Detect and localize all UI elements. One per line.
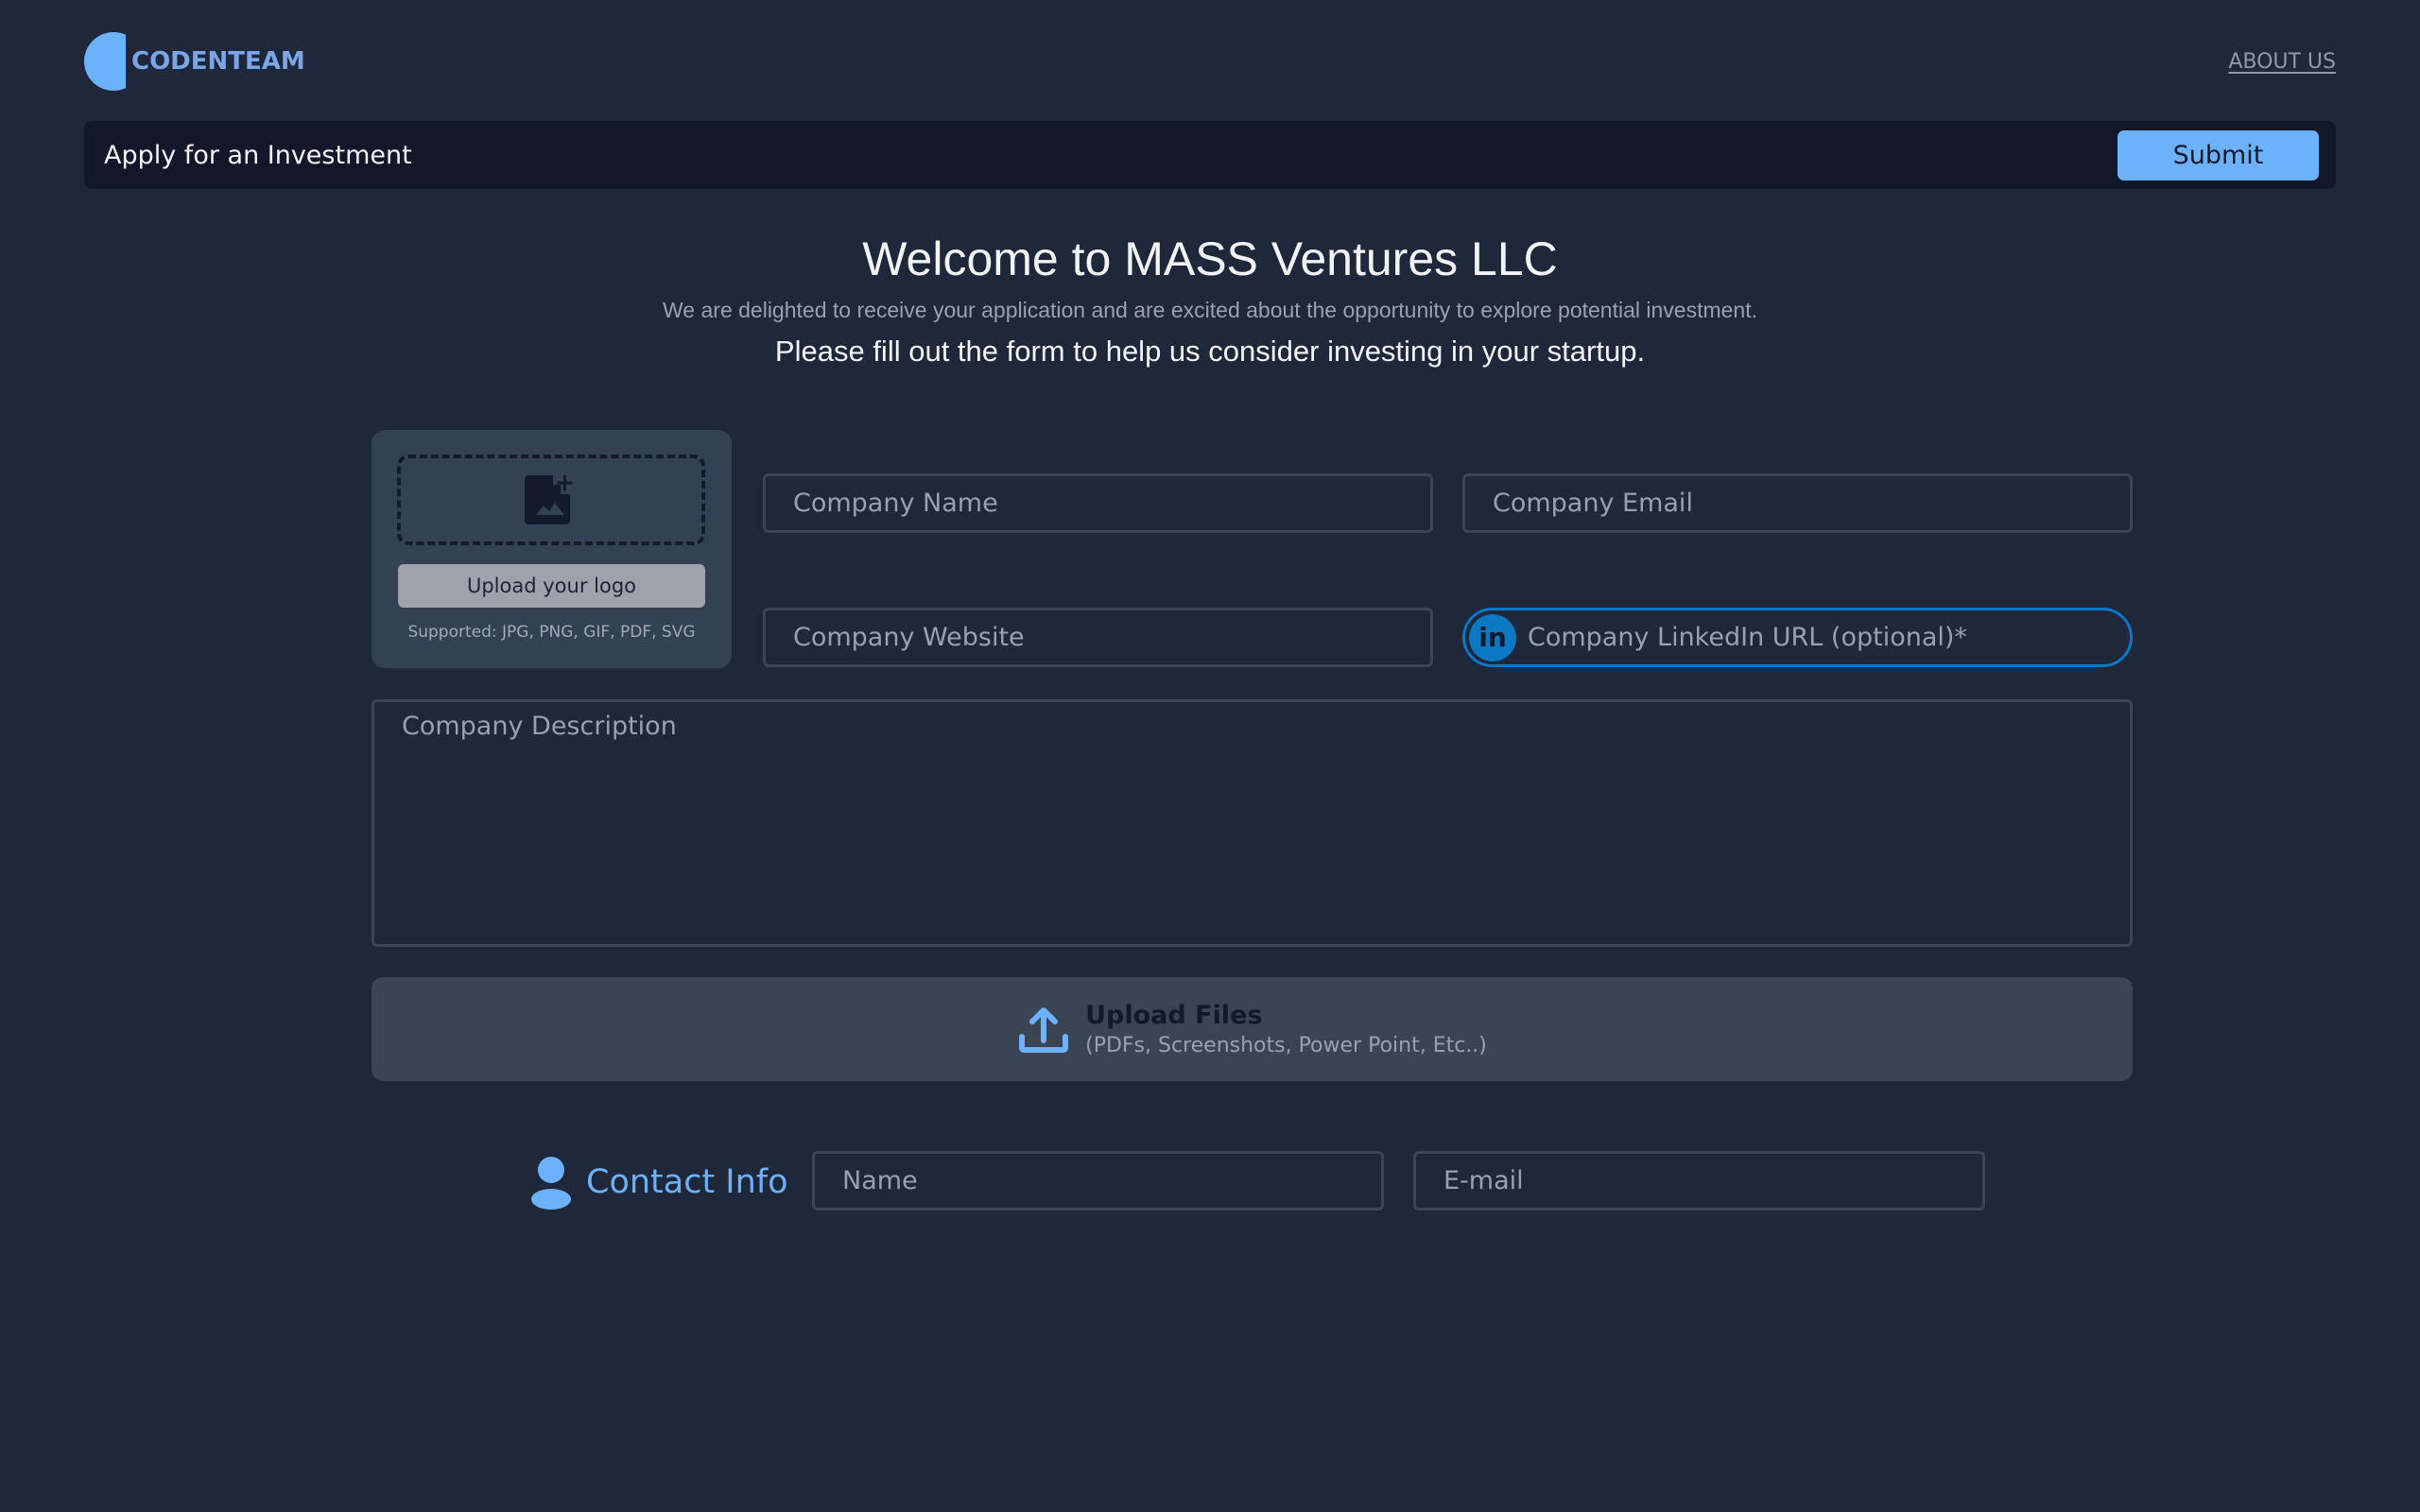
submit-button[interactable]: Submit <box>2118 129 2319 180</box>
company-name-field[interactable] <box>763 473 1433 533</box>
intro-subtitle: We are delighted to receive your applica… <box>663 298 1757 322</box>
top-bar: CODENTEAM ABOUT US <box>84 32 2336 91</box>
contact-info-label: Contact Info <box>529 1151 788 1213</box>
brand-name: CODENTEAM <box>131 47 305 76</box>
company-description-input[interactable] <box>402 712 2130 929</box>
brand-logo-icon <box>84 32 126 91</box>
person-icon <box>531 1157 571 1210</box>
contact-name-input[interactable] <box>842 1166 1381 1195</box>
welcome-heading: Welcome to MASS Ventures LLC <box>862 232 1558 285</box>
contact-info-section: Contact Info <box>529 1151 1985 1213</box>
form-title: Apply for an Investment <box>104 140 412 170</box>
contact-email-input[interactable] <box>1443 1166 1982 1195</box>
add-photo-icon <box>525 475 573 524</box>
company-email-input[interactable] <box>1493 489 2130 518</box>
contact-info-title: Contact Info <box>586 1163 788 1201</box>
contact-email-field[interactable] <box>1413 1151 1985 1211</box>
company-linkedin-input[interactable] <box>1528 623 2130 652</box>
company-email-field[interactable] <box>1462 473 2133 533</box>
upload-icon <box>1019 1007 1069 1053</box>
linkedin-icon: in <box>1469 613 1516 662</box>
upload-files-dropzone[interactable]: Upload Files (PDFs, Screenshots, Power P… <box>372 977 2133 1081</box>
supported-formats-text: Supported: JPG, PNG, GIF, PDF, SVG <box>407 623 696 642</box>
intro-section: Welcome to MASS Ventures LLC We are deli… <box>0 227 2420 370</box>
logo-upload-card: Upload your logo Supported: JPG, PNG, GI… <box>372 430 732 668</box>
form-header-bar: Apply for an Investment Submit <box>84 121 2336 189</box>
upload-logo-button[interactable]: Upload your logo <box>398 564 705 608</box>
company-linkedin-field[interactable]: in <box>1462 608 2133 667</box>
about-us-link[interactable]: ABOUT US <box>2228 50 2336 74</box>
company-name-input[interactable] <box>793 489 1430 518</box>
logo-dropzone[interactable] <box>397 455 705 545</box>
contact-name-field[interactable] <box>812 1151 1384 1211</box>
brand[interactable]: CODENTEAM <box>84 32 305 91</box>
upload-files-title: Upload Files <box>1085 1001 1263 1030</box>
upload-files-text: Upload Files (PDFs, Screenshots, Power P… <box>1085 1001 1487 1057</box>
company-website-field[interactable] <box>763 608 1433 667</box>
company-website-input[interactable] <box>793 623 1430 652</box>
intro-cta: Please fill out the form to help us cons… <box>774 335 1646 368</box>
upload-files-subtitle: (PDFs, Screenshots, Power Point, Etc..) <box>1085 1034 1487 1057</box>
company-description-field[interactable] <box>372 699 2133 947</box>
